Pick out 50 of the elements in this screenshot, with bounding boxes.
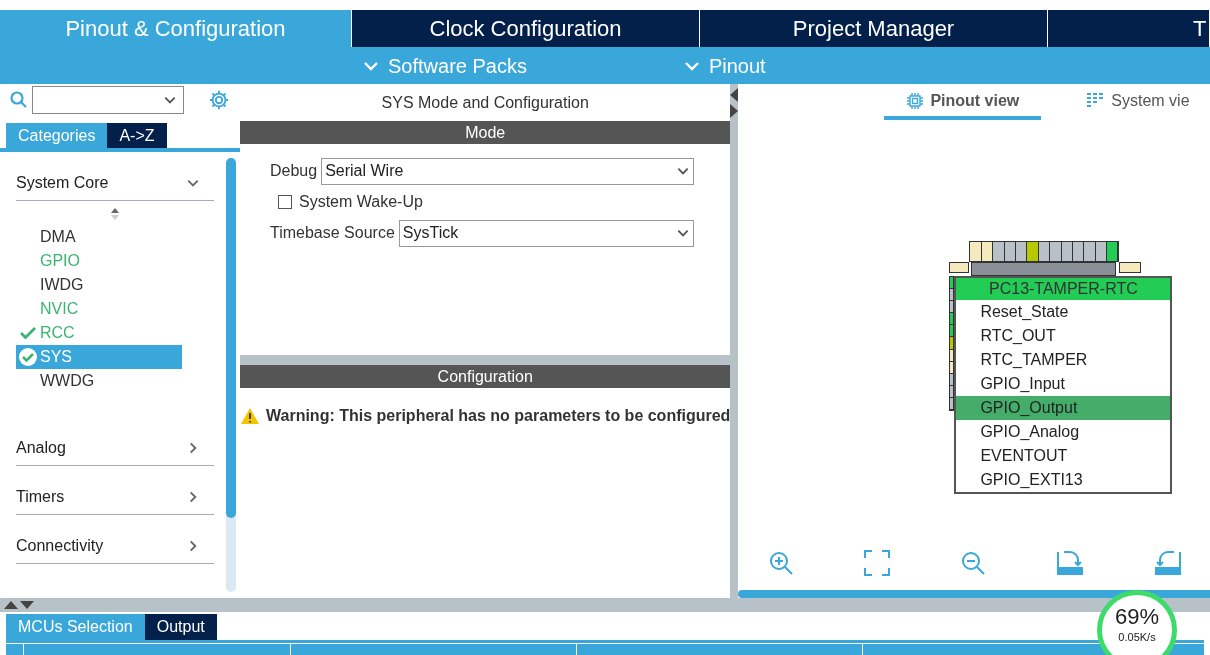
chip-icon: [906, 91, 925, 110]
search-field[interactable]: [32, 86, 184, 114]
grid-icon: [1087, 92, 1106, 109]
field-label: Timebase Source: [270, 223, 395, 243]
section-header: Configuration: [240, 365, 731, 388]
menu-item[interactable]: GPIO_Input: [956, 372, 1171, 396]
peripheral-item[interactable]: IWDG: [16, 273, 182, 297]
search-icon: [10, 91, 28, 109]
sidebar-tab[interactable]: A->Z: [107, 123, 167, 148]
zoom-out-icon[interactable]: [959, 550, 986, 576]
menu-title: PC13-TAMPER-RTC: [956, 278, 1171, 300]
checkbox-label: System Wake-Up: [299, 192, 423, 212]
category-header[interactable]: System Core: [16, 166, 214, 201]
menu-item[interactable]: Reset_State: [956, 300, 1171, 324]
peripheral-item[interactable]: DMA: [16, 225, 182, 249]
peripheral-item[interactable]: WWDG: [16, 369, 182, 393]
bottom-tab[interactable]: Output: [144, 614, 217, 640]
menu-item[interactable]: RTC_OUT: [956, 324, 1171, 348]
panel-title: SYS Mode and Configuration: [380, 92, 590, 113]
zoom-in-icon[interactable]: [768, 550, 795, 576]
dropdown-field[interactable]: SysTick: [398, 219, 695, 247]
menu-item[interactable]: GPIO_Analog: [956, 420, 1171, 444]
menu-item[interactable]: EVENTOUT: [956, 444, 1171, 468]
rate-text: 0.05K/s: [1118, 630, 1156, 645]
dropdown-field[interactable]: Serial Wire: [321, 157, 695, 185]
view-tab[interactable]: System vie: [1065, 85, 1210, 120]
warning-text: Warning: This peripheral has no parameters to be configured: [266, 406, 731, 426]
check-circle-icon: [18, 347, 38, 367]
category-header[interactable]: Connectivity: [16, 529, 214, 564]
menu-item[interactable]: GPIO_EXTI13: [956, 468, 1171, 492]
category-header[interactable]: Analog: [16, 431, 214, 466]
section-header: Mode: [240, 121, 731, 144]
rotate-right-icon[interactable]: [1055, 550, 1084, 576]
horizontal-scrollbar[interactable]: [738, 590, 1210, 598]
fit-screen-icon[interactable]: [864, 550, 891, 576]
menu-item[interactable]: GPIO_Output: [956, 396, 1171, 420]
category-header[interactable]: Timers: [16, 480, 214, 515]
menu-item[interactable]: RTC_TAMPER: [956, 348, 1171, 372]
settings-icon[interactable]: [208, 89, 230, 111]
warning-icon: [240, 407, 260, 425]
rotate-left-icon[interactable]: [1153, 550, 1182, 576]
view-tab[interactable]: Pinout view: [884, 85, 1042, 120]
percent-text: 69%: [1114, 605, 1159, 629]
sort-icon[interactable]: [110, 207, 120, 221]
check-icon: [20, 326, 36, 340]
collapse-up-icon[interactable]: [4, 601, 18, 609]
field-label: Debug: [270, 161, 318, 181]
checkbox[interactable]: [278, 195, 292, 209]
expand-down-icon[interactable]: [20, 601, 34, 609]
scrollbar[interactable]: [226, 158, 236, 592]
